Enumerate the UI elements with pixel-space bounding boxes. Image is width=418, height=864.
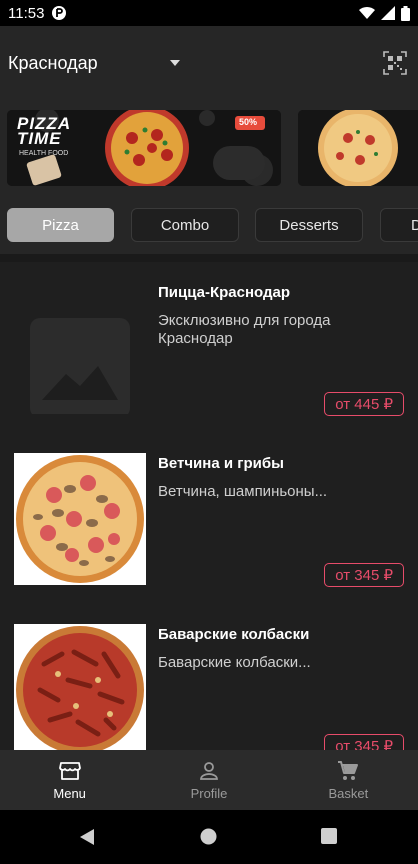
list-item[interactable]: Ветчина и грибы Ветчина, шампиньоны... о…	[0, 433, 418, 603]
tab-pizza[interactable]: Pizza	[7, 208, 114, 242]
price-button[interactable]: от 345 ₽	[324, 563, 404, 587]
nav-profile-label: Profile	[190, 786, 228, 801]
price-button[interactable]: от 445 ₽	[324, 392, 404, 416]
category-tabs: Pizza Combo Desserts D	[0, 198, 418, 254]
bottom-navigation: Menu Profile Basket	[0, 750, 418, 810]
back-icon[interactable]	[79, 828, 95, 846]
promo-banner-2[interactable]	[298, 110, 418, 186]
image-placeholder-icon	[30, 318, 130, 414]
home-icon[interactable]	[200, 828, 217, 845]
product-name: Ветчина и грибы	[158, 455, 284, 472]
person-icon	[200, 762, 218, 780]
wifi-icon	[359, 6, 375, 20]
cart-icon	[338, 761, 359, 780]
list-item[interactable]: Пицца-Краснодар Эксклюзивно для города К…	[0, 262, 418, 432]
product-name: Баварские колбаски	[158, 626, 310, 643]
product-name: Пицца-Краснодар	[158, 284, 291, 301]
product-image	[14, 624, 146, 750]
promo-banner-pizza-time[interactable]: PIZZA TIME HEALTH FOOD 50%	[7, 110, 281, 186]
chevron-down-icon[interactable]	[170, 60, 180, 66]
tab-drinks[interactable]: D	[380, 208, 418, 242]
city-selector[interactable]: Краснодар	[8, 53, 98, 74]
status-bar: 11:53	[0, 0, 418, 26]
recents-icon[interactable]	[321, 828, 337, 844]
nav-menu-label: Menu	[53, 786, 86, 801]
nav-profile[interactable]: Profile	[139, 750, 278, 810]
status-time: 11:53	[8, 4, 45, 22]
signal-icon	[381, 6, 395, 20]
nav-menu[interactable]: Menu	[0, 750, 139, 810]
product-description: Ветчина, шампиньоны...	[158, 483, 328, 500]
menu-store-icon	[58, 762, 81, 780]
qr-code-icon[interactable]	[383, 51, 407, 75]
section-divider	[0, 254, 418, 262]
system-navigation-bar	[0, 810, 418, 864]
tab-combo[interactable]: Combo	[131, 208, 239, 242]
list-item[interactable]: Баварские колбаски Баварские колбаски...…	[0, 604, 418, 750]
product-image-placeholder	[14, 282, 146, 414]
promo-brand: PIZZA TIME	[17, 114, 71, 148]
promo-subtitle: HEALTH FOOD	[19, 150, 69, 157]
product-description: Эксклюзивно для города Краснодар	[158, 312, 331, 347]
tab-desserts[interactable]: Desserts	[255, 208, 363, 242]
product-list[interactable]: Пицца-Краснодар Эксклюзивно для города К…	[0, 262, 418, 750]
promo-carousel[interactable]: PIZZA TIME HEALTH FOOD 50%	[0, 102, 418, 198]
nav-basket[interactable]: Basket	[279, 750, 418, 810]
price-button[interactable]: от 345 ₽	[324, 734, 404, 750]
app-notification-icon	[52, 6, 67, 20]
battery-icon	[401, 5, 410, 21]
product-image	[14, 453, 146, 585]
nav-basket-label: Basket	[328, 786, 369, 801]
top-bar: Краснодар	[0, 26, 418, 102]
product-description: Баварские колбаски...	[158, 654, 311, 671]
promo-discount: 50%	[239, 117, 258, 127]
